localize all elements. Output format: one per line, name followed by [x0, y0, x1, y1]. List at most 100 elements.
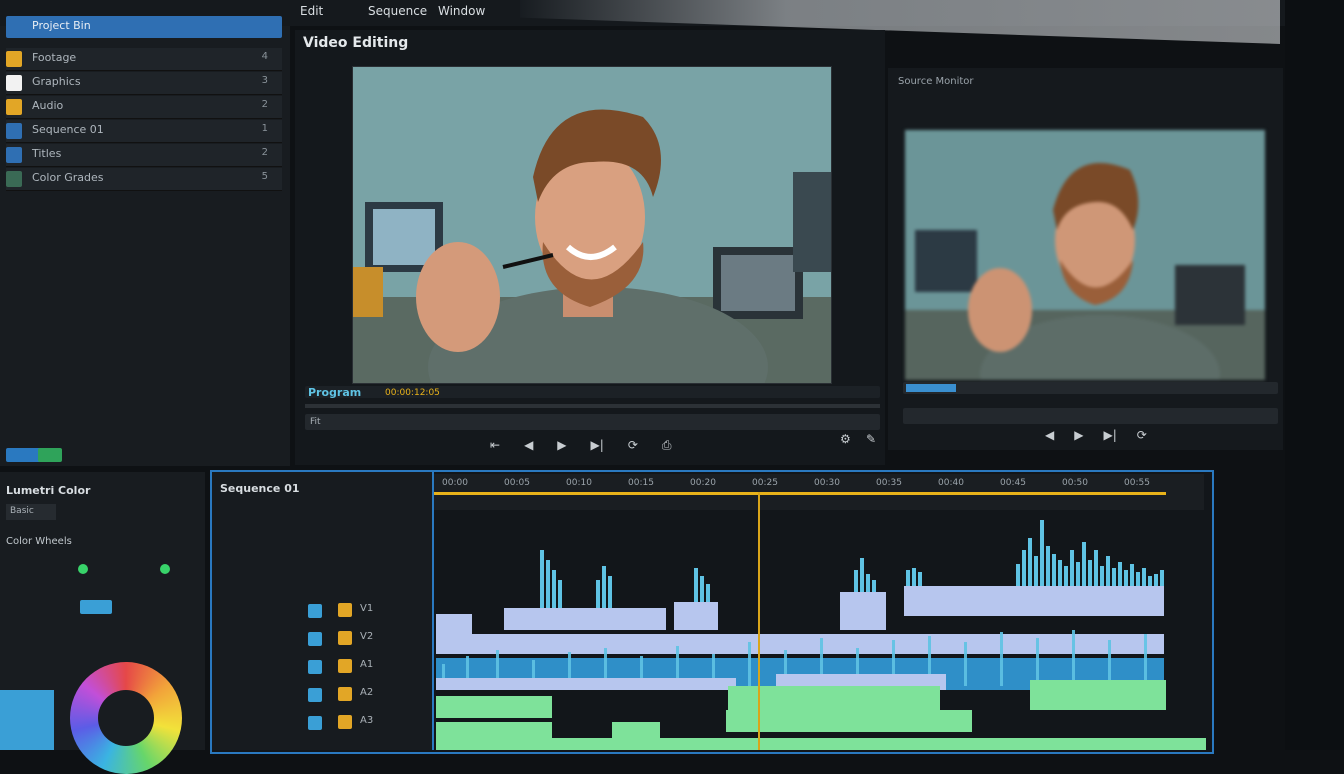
track-lock-icon[interactable]: [338, 659, 352, 673]
track-lock-icon[interactable]: [338, 631, 352, 645]
program-video-frame[interactable]: [352, 66, 832, 384]
playhead[interactable]: [758, 492, 760, 750]
menu-edit[interactable]: Edit: [300, 4, 323, 18]
program-scrubber[interactable]: [305, 404, 880, 408]
project-item-swatch: [6, 75, 22, 91]
project-item[interactable]: Graphics 3: [6, 72, 282, 95]
project-item-swatch: [6, 123, 22, 139]
track-toggle-icon[interactable]: [308, 716, 322, 730]
timeline-title: Sequence 01: [220, 482, 300, 495]
menu-window[interactable]: Window: [438, 4, 485, 18]
source-play-icon[interactable]: ▶: [1074, 428, 1083, 442]
ruler-tick-label: 00:10: [566, 478, 592, 488]
program-fit[interactable]: Fit: [310, 417, 321, 427]
ruler-tick-label: 00:35: [876, 478, 902, 488]
track-header[interactable]: A2: [220, 684, 420, 706]
source-step-forward-icon[interactable]: ▶|: [1103, 428, 1116, 442]
side-toolbar: [1285, 0, 1344, 750]
lumetri-section: Color Wheels: [6, 536, 72, 547]
status-dot-green-2: [160, 564, 170, 574]
project-item[interactable]: Color Grades 5: [6, 168, 282, 191]
project-item-label: Sequence 01: [32, 123, 104, 136]
source-scrubber[interactable]: [903, 408, 1278, 424]
source-label-chip: [906, 384, 956, 392]
project-item-label: Color Grades: [32, 171, 104, 184]
track-toggle-icon[interactable]: [308, 660, 322, 674]
export-frame-icon[interactable]: ⎙: [662, 438, 672, 453]
project-item-count: 5: [261, 171, 268, 182]
project-item-label: Audio: [32, 99, 64, 112]
source-controls: ◀ ▶ ▶| ⟳: [1045, 428, 1147, 442]
play-icon[interactable]: ▶: [557, 438, 566, 453]
ruler-tick-label: 00:15: [628, 478, 654, 488]
person-image: [353, 67, 831, 383]
step-forward-icon[interactable]: ▶|: [591, 438, 604, 453]
project-item[interactable]: Footage 4: [6, 48, 282, 71]
track-label: V2: [360, 631, 374, 642]
work-area-bar[interactable]: [434, 492, 1166, 495]
lumetri-toggle[interactable]: [80, 600, 112, 614]
project-item-swatch: [6, 51, 22, 67]
track-lock-icon[interactable]: [338, 603, 352, 617]
track-toggle-icon[interactable]: [308, 604, 322, 618]
project-item-label: Titles: [32, 147, 62, 160]
track-label: A2: [360, 687, 374, 698]
lumetri-subtitle: Basic: [10, 506, 34, 516]
track-lock-icon[interactable]: [338, 687, 352, 701]
mark-in-icon[interactable]: ⇤: [490, 438, 500, 453]
ruler-tick-label: 00:05: [504, 478, 530, 488]
ruler-tick-label: 00:25: [752, 478, 778, 488]
step-back-icon[interactable]: ◀: [524, 438, 533, 453]
project-tab-green[interactable]: [38, 448, 62, 462]
program-zoom-bar[interactable]: [305, 414, 880, 430]
settings-icon[interactable]: ⚙: [840, 432, 851, 446]
lumetri-title: Lumetri Color: [6, 484, 91, 497]
color-swatch[interactable]: [0, 690, 54, 750]
source-step-back-icon[interactable]: ◀: [1045, 428, 1054, 442]
person-blurred-image: [905, 130, 1265, 380]
track-label: A3: [360, 715, 374, 726]
project-item-count: 2: [261, 99, 268, 110]
project-item-label: Graphics: [32, 75, 81, 88]
ruler-tick-label: 00:00: [442, 478, 468, 488]
ruler-tick-label: 00:50: [1062, 478, 1088, 488]
track-header[interactable]: V2: [220, 628, 420, 650]
source-toolbar: [903, 382, 1278, 394]
lumetri-basic-tab[interactable]: Basic: [6, 504, 56, 520]
track-header[interactable]: A1: [220, 656, 420, 678]
project-header[interactable]: Project Bin: [6, 16, 282, 38]
ruler-tick-label: 00:30: [814, 478, 840, 488]
loop-icon[interactable]: ⟳: [628, 438, 638, 453]
color-wheel-center: [98, 690, 154, 746]
status-dot-green: [78, 564, 88, 574]
audio-waveforms: [436, 520, 1206, 750]
monitor-title: Video Editing: [303, 35, 409, 51]
source-loop-icon[interactable]: ⟳: [1137, 428, 1147, 442]
track-header[interactable]: A3: [220, 712, 420, 734]
pen-icon[interactable]: ✎: [866, 432, 876, 446]
project-item-count: 1: [261, 123, 268, 134]
project-item[interactable]: Titles 2: [6, 144, 282, 167]
project-item[interactable]: Audio 2: [6, 96, 282, 119]
source-video-frame[interactable]: [905, 130, 1265, 380]
track-toggle-icon[interactable]: [308, 688, 322, 702]
ruler-tick-label: 00:55: [1124, 478, 1150, 488]
program-label: Program: [308, 386, 362, 399]
project-item[interactable]: Sequence 01 1: [6, 120, 282, 143]
source-title: Source Monitor: [898, 76, 974, 87]
project-item-label: Footage: [32, 51, 77, 64]
track-label: V1: [360, 603, 374, 614]
track-header[interactable]: V1: [220, 600, 420, 622]
program-timecode[interactable]: 00:00:12:05: [385, 388, 440, 398]
track-label: A1: [360, 659, 374, 670]
track-lock-icon[interactable]: [338, 715, 352, 729]
project-item-count: 3: [261, 75, 268, 86]
project-item-count: 4: [261, 51, 268, 62]
project-item-swatch: [6, 171, 22, 187]
track-toggle-icon[interactable]: [308, 632, 322, 646]
menu-sequence[interactable]: Sequence: [368, 4, 427, 18]
ruler-tick-label: 00:45: [1000, 478, 1026, 488]
project-item-count: 2: [261, 147, 268, 158]
project-item-swatch: [6, 99, 22, 115]
project-item-swatch: [6, 147, 22, 163]
